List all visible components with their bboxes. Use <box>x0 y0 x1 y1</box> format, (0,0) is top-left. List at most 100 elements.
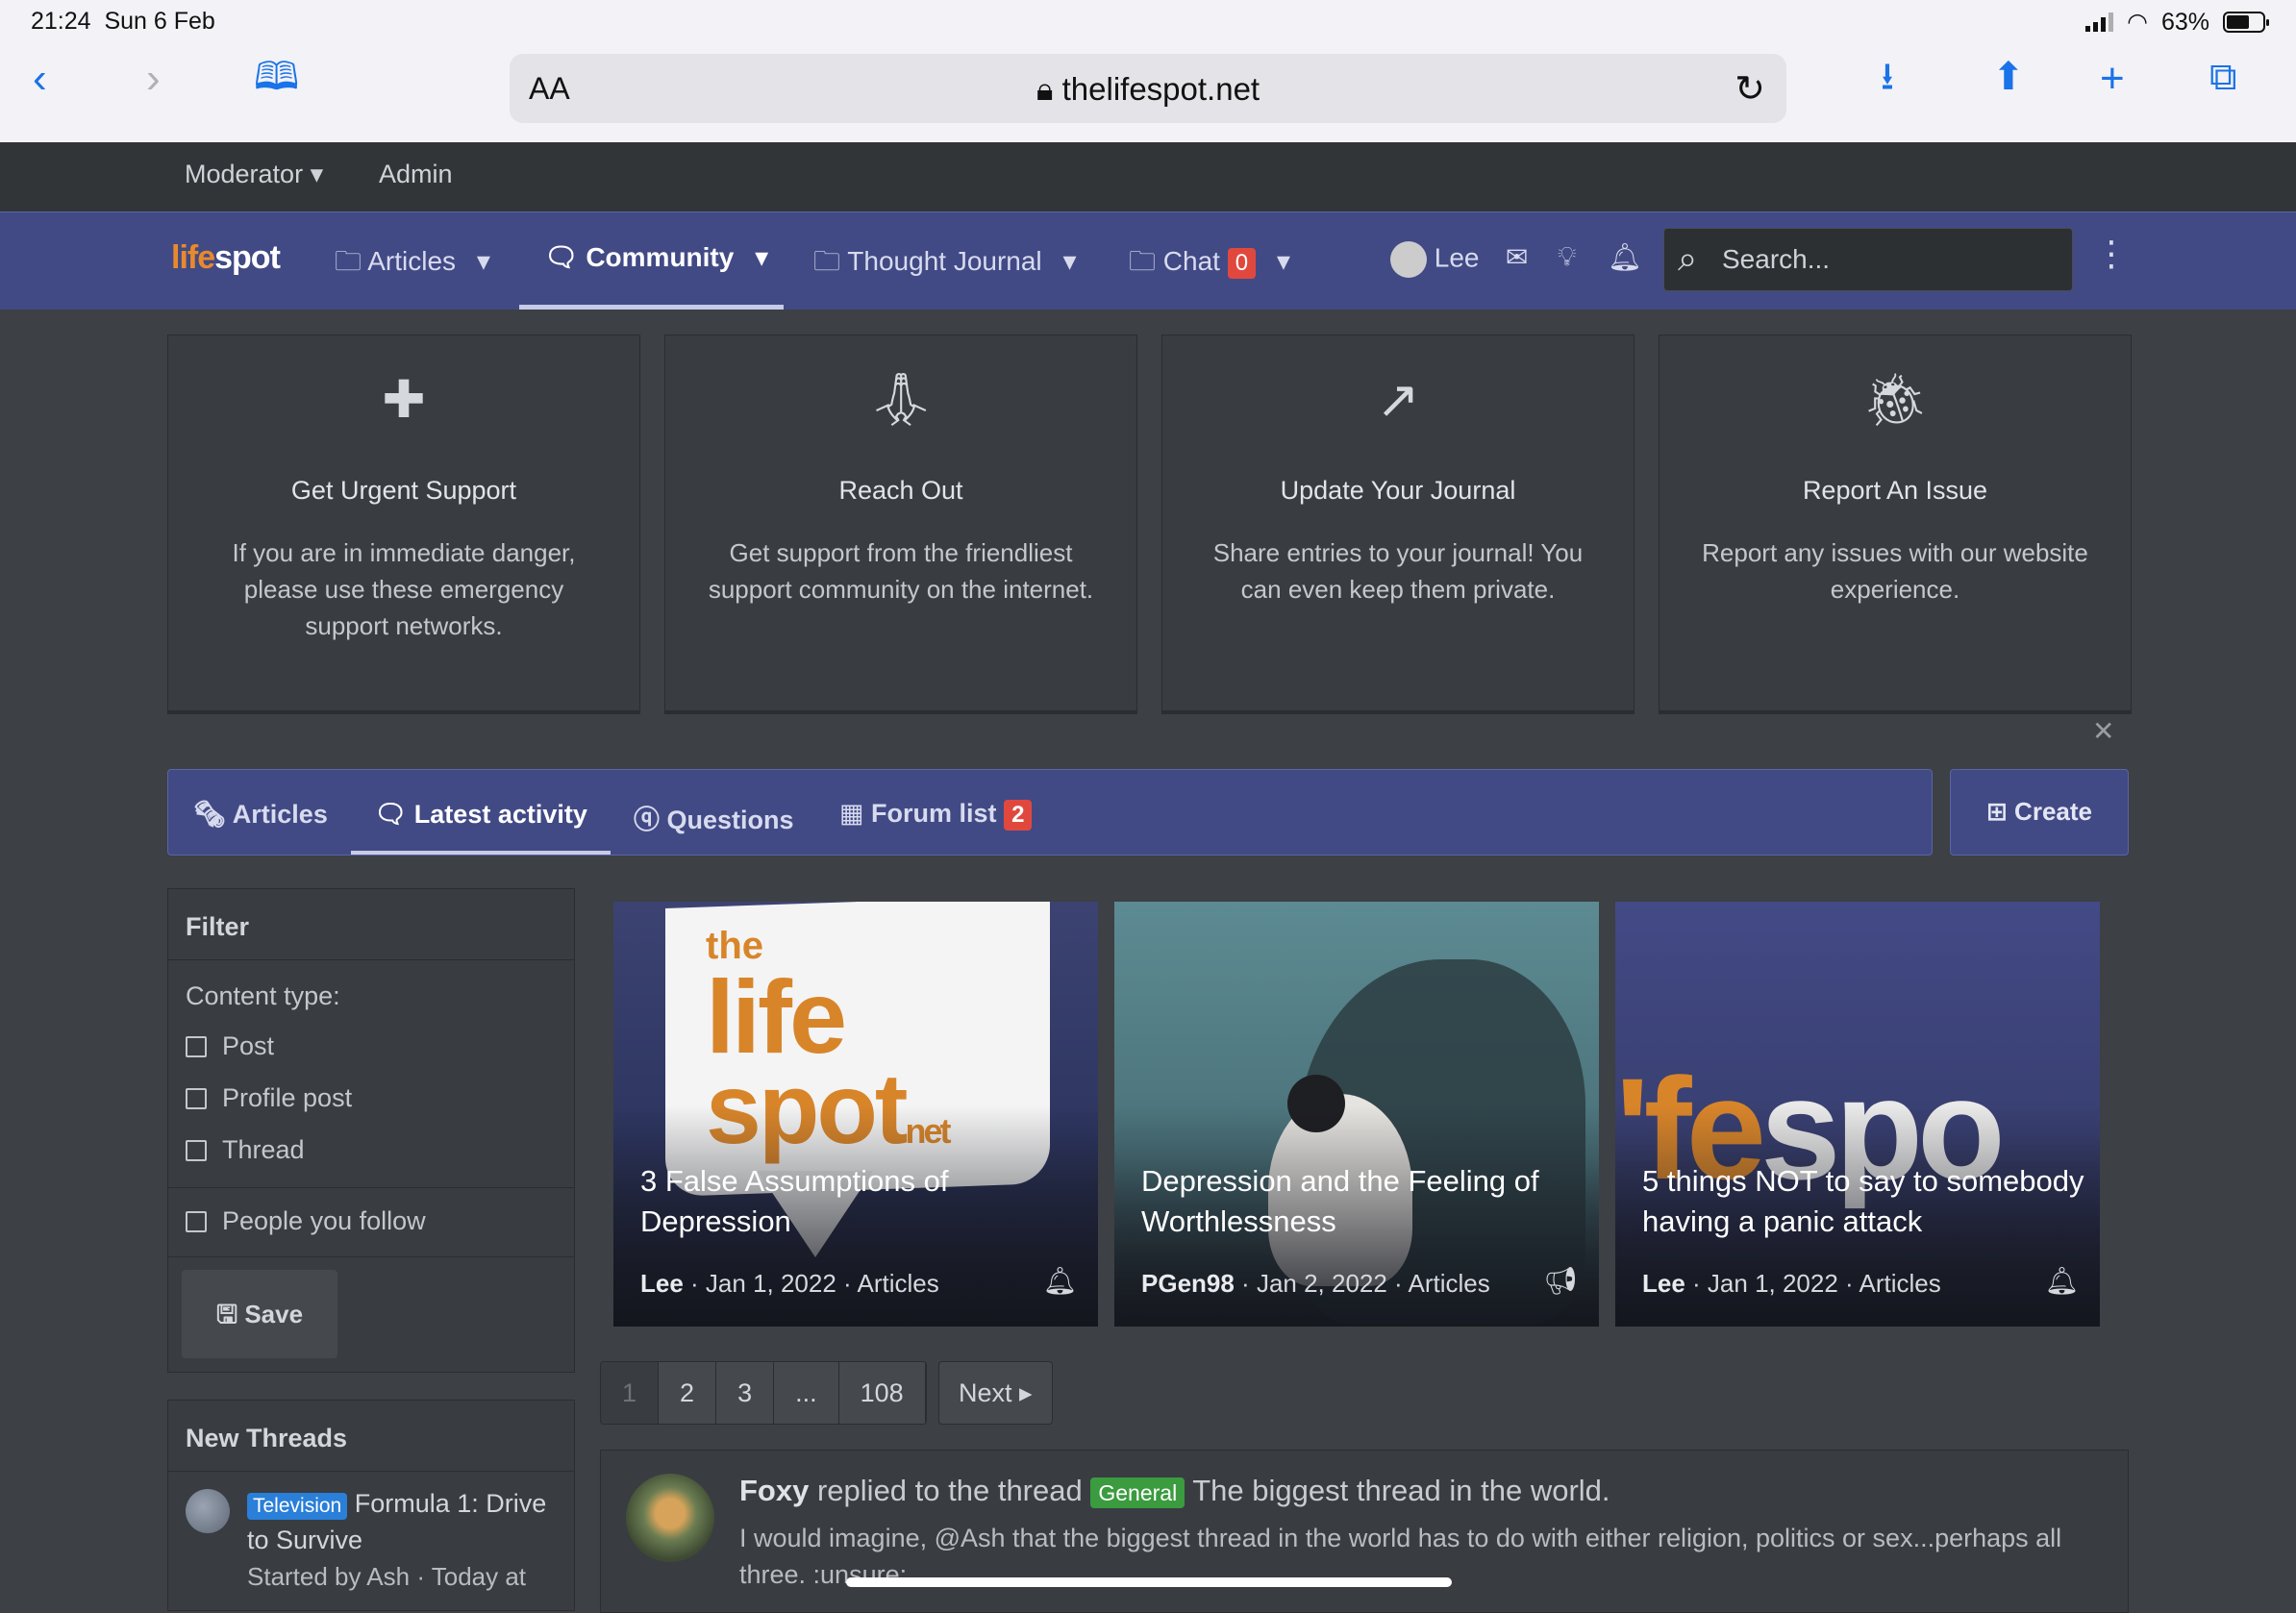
article-category[interactable]: Articles <box>857 1269 938 1298</box>
checkbox-label: Profile post <box>222 1083 353 1112</box>
search-icon: ⌕ <box>1678 238 1698 278</box>
next-page-button[interactable]: Next ▸ <box>938 1361 1053 1425</box>
share-icon[interactable]: ⬆ <box>1992 58 2025 96</box>
bell-icon[interactable]: 🔔︎ <box>1608 241 1642 273</box>
checkbox-label: People you follow <box>222 1206 426 1235</box>
card-text: Share entries to your journal! You can e… <box>1212 538 1584 604</box>
tab-latest-activity[interactable]: 🗨 Latest activity <box>374 799 587 830</box>
address-bar[interactable]: AA 🔒︎ thelifespot.net ↻ <box>510 54 1786 123</box>
card-reach-out[interactable]: 🙏︎ Reach Out Get support from the friend… <box>664 335 1137 711</box>
tabs-overview-icon[interactable]: ⧉ <box>2209 58 2237 96</box>
bell-icon[interactable]: 🔔︎ <box>1042 1265 1077 1297</box>
caret-down-icon[interactable]: ▾ <box>1062 246 1076 276</box>
thread-item[interactable]: Television Formula 1: Drive to Survive S… <box>247 1485 564 1595</box>
megaphone-icon[interactable]: 📢︎ <box>1543 1265 1578 1297</box>
article-author[interactable]: PGen98 <box>1141 1269 1235 1298</box>
activity-user-link[interactable]: Foxy <box>739 1474 809 1507</box>
nav-tab-label: Chat <box>1162 246 1220 276</box>
nav-tab-label: Community <box>586 242 735 272</box>
article-meta: PGen98 · Jan 2, 2022 · Articles <box>1141 1269 1490 1298</box>
checkbox-box[interactable] <box>186 1210 207 1232</box>
nav-tab-thought-journal[interactable]: 🗀 Thought Journal ▾ <box>813 241 1077 287</box>
url-display[interactable]: 🔒︎ thelifespot.net <box>510 71 1786 109</box>
article-author[interactable]: Lee <box>1642 1269 1685 1298</box>
thread-meta: Started by Ash · Today at <box>247 1562 527 1591</box>
article-category[interactable]: Articles <box>1859 1269 1940 1298</box>
checkbox-box[interactable] <box>186 1139 207 1161</box>
checkbox-label: Post <box>222 1031 275 1060</box>
checkbox-people-you-follow[interactable]: People you follow <box>186 1206 426 1236</box>
logo-part-spot: spot <box>214 239 281 276</box>
card-update-journal[interactable]: ↗ Update Your Journal Share entries to y… <box>1161 335 1635 711</box>
article-tile[interactable]: Depression and the Feeling of Worthlessn… <box>1114 902 1599 1327</box>
inbox-icon[interactable]: ✉ <box>1506 241 1528 273</box>
new-tab-icon[interactable]: + <box>2100 58 2125 100</box>
nav-tab-chat[interactable]: 🗀 Chat 0 ▾ <box>1129 241 1290 287</box>
lock-icon: 🔒︎ <box>1036 71 1062 107</box>
page-link[interactable]: 2 <box>659 1362 717 1424</box>
nav-tab-articles[interactable]: 🗀 Articles ▾ <box>335 241 490 287</box>
checkbox-thread[interactable]: Thread <box>186 1135 305 1165</box>
checkbox-label: Thread <box>222 1135 305 1164</box>
article-category[interactable]: Articles <box>1409 1269 1490 1298</box>
card-urgent-support[interactable]: ✚ Get Urgent Support If you are in immed… <box>167 335 640 711</box>
tab-articles[interactable]: 🗞︎ Articles <box>193 799 328 830</box>
card-title: Get Urgent Support <box>290 476 517 505</box>
article-tile[interactable]: the life spotnet 3 False Assumptions of … <box>613 902 1098 1327</box>
checkbox-post[interactable]: Post <box>186 1031 274 1061</box>
article-date: Jan 2, 2022 <box>1256 1269 1387 1298</box>
lightbulb-icon[interactable]: 💡︎ <box>1558 241 1577 273</box>
avatar[interactable] <box>186 1489 230 1533</box>
main-nav: lifespot 🗀 Articles ▾ 🗨 Community ▾ 🗀 Th… <box>0 211 2296 310</box>
article-title[interactable]: Depression and the Feeling of Worthlessn… <box>1141 1161 1584 1242</box>
caret-down-icon[interactable]: ▾ <box>755 242 768 272</box>
save-button[interactable]: 🖫︎ Save <box>182 1270 337 1358</box>
checkbox-box[interactable] <box>186 1087 207 1109</box>
moderator-menu[interactable]: Moderator ▾ <box>185 160 323 189</box>
reload-icon[interactable]: ↻ <box>1734 67 1765 111</box>
forward-icon[interactable]: › <box>146 58 161 100</box>
search-input[interactable] <box>1720 238 2057 281</box>
page-jump[interactable]: ... <box>774 1362 839 1424</box>
site-logo[interactable]: lifespot <box>171 239 281 277</box>
nav-tab-label: Thought Journal <box>847 246 1042 276</box>
bookmarks-icon[interactable]: 🕮 <box>254 58 299 96</box>
close-icon[interactable]: ✕ <box>2092 715 2114 747</box>
article-tile[interactable]: 'fespo 5 things NOT to say to somebody h… <box>1615 902 2100 1327</box>
section-tabs: 🗞︎ Articles 🗨 Latest activity ⓠ Question… <box>167 769 1933 856</box>
article-title[interactable]: 3 False Assumptions of Depression <box>640 1161 1083 1242</box>
thread-prefix-badge[interactable]: General <box>1090 1477 1185 1508</box>
thread-prefix-badge[interactable]: Television <box>247 1493 348 1520</box>
caret-down-icon[interactable]: ▾ <box>477 246 490 276</box>
checkbox-profile-post[interactable]: Profile post <box>186 1083 352 1113</box>
article-title[interactable]: 5 things NOT to say to somebody having a… <box>1642 1161 2084 1242</box>
caret-down-icon[interactable]: ▾ <box>1277 246 1290 276</box>
page-link[interactable]: 3 <box>716 1362 775 1424</box>
avatar[interactable] <box>626 1474 714 1562</box>
home-indicator <box>846 1577 1452 1587</box>
page-link-current[interactable]: 1 <box>601 1362 660 1424</box>
create-button[interactable]: ⊞ Create <box>1950 769 2129 856</box>
checkbox-box[interactable] <box>186 1035 207 1057</box>
card-report-issue[interactable]: 🐞︎ Report An Issue Report any issues wit… <box>1659 335 2132 711</box>
user-menu[interactable]: Lee <box>1390 241 1480 278</box>
new-threads-panel: New Threads Television Formula 1: Drive … <box>167 1400 575 1611</box>
tab-label: Questions <box>666 806 794 834</box>
pagination: 1 2 3 ... 108 <box>600 1361 927 1425</box>
folder-icon: 🗀 <box>813 246 841 276</box>
signal-icon <box>2085 12 2114 32</box>
more-options-icon[interactable]: ⋮ <box>2094 234 2129 274</box>
admin-link[interactable]: Admin <box>379 160 453 189</box>
activity-action: replied to the thread <box>816 1474 1083 1507</box>
activity-thread-link[interactable]: The biggest thread in the world. <box>1192 1474 1610 1507</box>
download-icon[interactable]: ⭳ <box>1881 58 1894 96</box>
page-link[interactable]: 108 <box>838 1362 926 1424</box>
bell-icon[interactable]: 🔔︎ <box>2044 1265 2079 1297</box>
tab-questions[interactable]: ⓠ Questions <box>634 799 794 836</box>
browser-chrome: 21:24 Sun 6 Feb ◠ 63% ‹ › 🕮 AA 🔒︎ thelif… <box>0 0 2296 142</box>
back-icon[interactable]: ‹ <box>33 58 47 100</box>
nav-tab-community[interactable]: 🗨 Community ▾ <box>544 241 768 273</box>
search-box[interactable]: ⌕ <box>1663 228 2073 291</box>
tab-forum-list[interactable]: ▦ Forum list 2 <box>839 799 1033 831</box>
article-author[interactable]: Lee <box>640 1269 684 1298</box>
